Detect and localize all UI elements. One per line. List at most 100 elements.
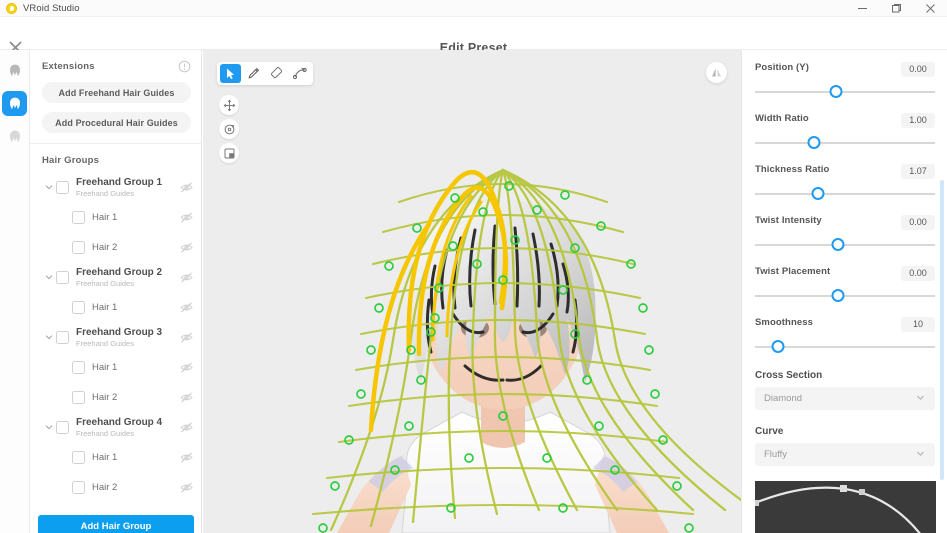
hair-item-row[interactable]: Hair 1 [30, 352, 201, 382]
viewport-transform-tools[interactable] [219, 95, 239, 167]
curve-value: Fluffy [764, 449, 788, 460]
hair-item-checkbox[interactable] [72, 360, 85, 374]
slider-track[interactable] [755, 85, 935, 99]
app-title: VRoid Studio [23, 2, 80, 14]
hair-item-row[interactable]: Hair 1 [30, 202, 201, 232]
eye-off-icon[interactable] [180, 241, 193, 254]
hair-group-name: Freehand Group 1 [76, 176, 163, 188]
eye-off-icon[interactable] [180, 181, 193, 194]
eye-off-icon[interactable] [180, 421, 193, 434]
viewport-toolbar[interactable] [217, 62, 313, 85]
hair-group-row[interactable]: Freehand Group 1 Freehand Guides [30, 172, 201, 202]
slider-twist-placement[interactable]: Twist Placement 0.00 [755, 266, 935, 303]
hair-item-checkbox[interactable] [72, 450, 85, 464]
pen-icon[interactable] [243, 64, 264, 83]
hair-item-row[interactable]: Hair 2 [30, 472, 201, 502]
rotate-icon[interactable] [219, 119, 239, 139]
slider-rail [755, 91, 935, 93]
hair-item-row[interactable]: Hair 1 [30, 442, 201, 472]
slider-label: Width Ratio [755, 113, 809, 124]
close-icon[interactable] [913, 0, 947, 17]
hair-item-checkbox[interactable] [72, 210, 85, 224]
hair-group-subtitle: Freehand Guides [76, 428, 134, 438]
slider-value: 0.00 [901, 266, 935, 281]
slider-value: 0.00 [901, 62, 935, 77]
3d-viewport[interactable] [203, 50, 741, 533]
slider-width-ratio[interactable]: Width Ratio 1.00 [755, 113, 935, 150]
chevron-down-icon[interactable] [42, 332, 56, 342]
right-panel-scrollbar[interactable] [940, 180, 944, 480]
slider-knob[interactable] [771, 340, 785, 353]
chevron-down-icon[interactable] [42, 422, 56, 432]
slider-knob[interactable] [831, 238, 845, 251]
slider-track[interactable] [755, 289, 935, 303]
hair-groups-title: Hair Groups [42, 155, 100, 166]
curve-editor[interactable] [753, 481, 936, 533]
eye-off-icon[interactable] [180, 211, 193, 224]
extensions-section: Extensions Add Freehand Hair Guides Add … [30, 50, 201, 144]
slider-thickness-ratio[interactable]: Thickness Ratio 1.07 [755, 164, 935, 201]
hair-group-checkbox[interactable] [56, 180, 69, 194]
eye-off-icon[interactable] [180, 271, 193, 284]
hair-item-row[interactable]: Hair 2 [30, 382, 201, 412]
slider-position-y[interactable]: Position (Y) 0.00 [755, 62, 935, 99]
hair-group-checkbox[interactable] [56, 420, 69, 434]
select-cursor-icon[interactable] [220, 64, 241, 83]
chevron-down-icon[interactable] [42, 272, 56, 282]
hair-group-checkbox[interactable] [56, 330, 69, 344]
slider-value: 1.00 [901, 113, 935, 128]
slider-track[interactable] [755, 340, 935, 354]
hair-group-checkbox[interactable] [56, 270, 69, 284]
slider-twist-intensity[interactable]: Twist Intensity 0.00 [755, 215, 935, 252]
hair-group-row[interactable]: Freehand Group 3 Freehand Guides [30, 322, 201, 352]
eye-off-icon[interactable] [180, 451, 193, 464]
hair-group-name: Freehand Group 4 [76, 416, 163, 428]
rail-item-hair-back[interactable] [2, 91, 27, 116]
slider-knob[interactable] [831, 289, 845, 302]
hair-groups-list[interactable]: Freehand Group 1 Freehand Guides Hair 1 Hai… [30, 172, 201, 512]
slider-knob[interactable] [811, 187, 825, 200]
chevron-down-icon[interactable] [42, 182, 56, 192]
maximize-icon[interactable] [879, 0, 913, 17]
add-procedural-hair-guides-button[interactable]: Add Procedural Hair Guides [42, 112, 191, 133]
eye-off-icon[interactable] [180, 361, 193, 374]
hair-item-checkbox[interactable] [72, 480, 85, 494]
control-point-icon[interactable] [289, 64, 310, 83]
slider-smoothness[interactable]: Smoothness 10 [755, 317, 935, 354]
extensions-header: Extensions [42, 60, 191, 73]
hair-item-name: Hair 1 [92, 211, 118, 223]
vroid-logo-icon [6, 2, 17, 14]
hair-group-row[interactable]: Freehand Group 2 Freehand Guides [30, 262, 201, 292]
eye-off-icon[interactable] [180, 301, 193, 314]
slider-track[interactable] [755, 238, 935, 252]
add-hair-group-button[interactable]: Add Hair Group [38, 515, 194, 533]
hair-item-checkbox[interactable] [72, 390, 85, 404]
hair-item-checkbox[interactable] [72, 300, 85, 314]
curve-select[interactable]: Fluffy [755, 443, 935, 466]
symmetry-mirror-icon[interactable] [706, 62, 727, 83]
slider-knob[interactable] [807, 136, 821, 149]
eye-off-icon[interactable] [180, 481, 193, 494]
hair-item-row[interactable]: Hair 2 [30, 232, 201, 262]
rail-item-hair-extra[interactable] [2, 124, 27, 149]
slider-track[interactable] [755, 136, 935, 150]
hair-group-name: Freehand Group 2 [76, 266, 163, 278]
scale-icon[interactable] [219, 143, 239, 163]
add-freehand-hair-guides-button[interactable]: Add Freehand Hair Guides [42, 82, 191, 103]
hair-item-checkbox[interactable] [72, 240, 85, 254]
eye-off-icon[interactable] [180, 391, 193, 404]
vroid-studio-window: VRoid Studio Edit Preset Extensions Add … [0, 0, 947, 533]
eraser-icon[interactable] [266, 64, 287, 83]
eye-off-icon[interactable] [180, 331, 193, 344]
rail-item-hair-front[interactable] [2, 58, 27, 83]
hair-item-row[interactable]: Hair 1 [30, 292, 201, 322]
cross-section-select[interactable]: Diamond [755, 387, 935, 410]
minimize-icon[interactable] [845, 0, 879, 17]
info-circle-icon[interactable] [178, 60, 191, 73]
slider-knob[interactable] [829, 85, 843, 98]
hair-group-subtitle: Freehand Guides [76, 338, 134, 348]
slider-track[interactable] [755, 187, 935, 201]
slider-label: Twist Placement [755, 266, 831, 277]
move-icon[interactable] [219, 95, 239, 115]
hair-group-row[interactable]: Freehand Group 4 Freehand Guides [30, 412, 201, 442]
